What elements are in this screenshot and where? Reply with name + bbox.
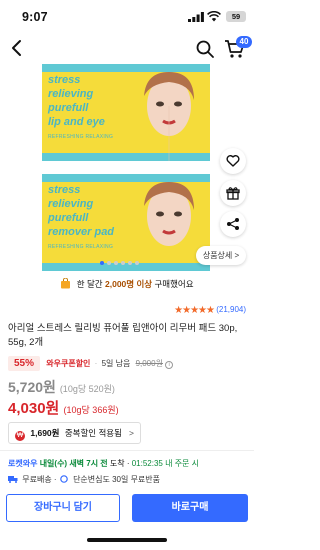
share-button[interactable] [220,211,246,237]
carousel-dot [121,261,125,265]
carousel-dots [100,261,160,267]
gift-button[interactable] [220,180,246,206]
coupon-price: 4,030원 (10g당 366원) [8,397,119,418]
signal-icon [188,12,204,22]
product-detail-button[interactable]: 상품상세 > [196,246,246,265]
pkg-text-3: purefull [48,212,89,224]
pkg-text-1: stress [48,74,81,86]
pkg-text-2: relieving [48,198,94,210]
product-image: stress relieving purefull lip and eye RE… [42,64,210,161]
cart-count-badge: 40 [236,36,252,48]
heart-icon [226,155,240,167]
pkg-text-4: remover pad [48,226,115,238]
separator: · [53,475,57,484]
pkg-small-text: REFRESHING RELAXING [48,244,114,250]
delivery-suffix: 내 주문 시 [165,459,199,468]
carousel-dot [128,261,132,265]
product-image-carousel[interactable]: stress relieving purefull lip and eye RE… [0,64,254,276]
face-illustration [144,72,194,161]
buy-now-button[interactable]: 바로구매 [132,494,248,522]
search-icon[interactable] [195,39,215,59]
coupon-label: 와우쿠폰할인 [46,359,91,368]
separator: · [94,359,98,368]
pkg-small-text: REFRESHING RELAXING [48,134,114,140]
delivery-arrive: 도착 · [109,459,130,468]
return-icon [60,475,68,483]
sale-unit-price: (10g당 520원) [59,384,115,394]
home-indicator [87,538,167,542]
carousel-dot [114,261,118,265]
product-title: 아리얼 스트레스 릴리빙 퓨어풀 립앤아이 리무버 패드 30p, 55g, 2… [8,323,238,348]
delivery-timer: 01:52:35 [131,459,163,468]
gift-icon [226,187,240,200]
pkg-text-1: stress [48,184,81,196]
face-illustration [144,182,194,246]
product-image: stress relieving purefull remover pad RE… [42,174,210,271]
status-bar: 9:07 59 [0,0,254,32]
review-count: (21,904) [216,305,246,314]
purchase-count-banner: 한 달간 2,000명 이상 구매했어요 [0,278,254,292]
coupon-price-value: 4,030원 [8,400,60,417]
battery-icon: 59 [226,11,246,22]
bottom-action-bar: 장바구니 담기 바로구매 [0,494,254,524]
original-price: 9,000원 [135,359,163,368]
wishlist-button[interactable] [220,148,246,174]
cashback-label: 중복할인 적용됨 [64,428,122,438]
wifi-icon [207,11,221,22]
purchase-suffix: 구매했어요 [154,279,194,289]
carousel-dot [107,261,111,265]
cashback-amount: 1,690원 [30,428,60,438]
shopping-bag-icon [61,278,71,289]
discount-row: 55% 와우쿠폰할인 · 5일 남음 9,000원 i [8,356,174,372]
delivery-date: 내일(수) 새벽 7시 전 [39,459,108,468]
truck-icon [8,476,18,483]
discount-percent: 55% [8,356,41,371]
sale-price: 5,720원 (10g당 520원) [8,377,115,397]
coupon-unit-price: (10g당 366원) [63,405,119,415]
back-arrow-icon[interactable] [6,37,28,59]
pkg-text-2: relieving [48,88,94,100]
free-shipping: 무료배송 [22,475,52,484]
info-icon[interactable]: i [165,361,174,369]
free-return: 단순변심도 30일 무료반품 [73,475,161,484]
sale-price-value: 5,720원 [8,379,56,395]
pkg-text-3: purefull [48,102,89,114]
top-nav: 40 [0,34,254,64]
pkg-text-4: lip and eye [48,116,105,128]
delivery-info: 로켓와우 내일(수) 새벽 7시 전 도착 · 01:52:35 내 주문 시 [8,458,199,469]
carousel-dot [100,261,104,265]
cashback-box[interactable]: ₩ 1,690원 중복할인 적용됨 > [8,422,141,444]
chevron-right-icon: > [129,428,134,438]
purchase-count: 2,000명 이상 [105,279,153,289]
purchase-prefix: 한 달간 [76,279,103,289]
product-rating[interactable]: ★★★★★ (21,904) [174,305,246,317]
rating-stars: ★★★★★ [174,305,215,316]
carousel-dot [135,261,139,265]
status-time: 9:07 [22,10,48,24]
add-to-cart-button[interactable]: 장바구니 담기 [6,494,120,522]
shipping-info: 무료배송 · 단순변심도 30일 무료반품 [8,474,160,485]
coupon-remaining: 5일 남음 [101,359,131,368]
divider [0,450,254,451]
share-icon [227,218,239,230]
coin-icon: ₩ [15,431,25,441]
rocket-wow-badge: 로켓와우 [8,459,38,468]
